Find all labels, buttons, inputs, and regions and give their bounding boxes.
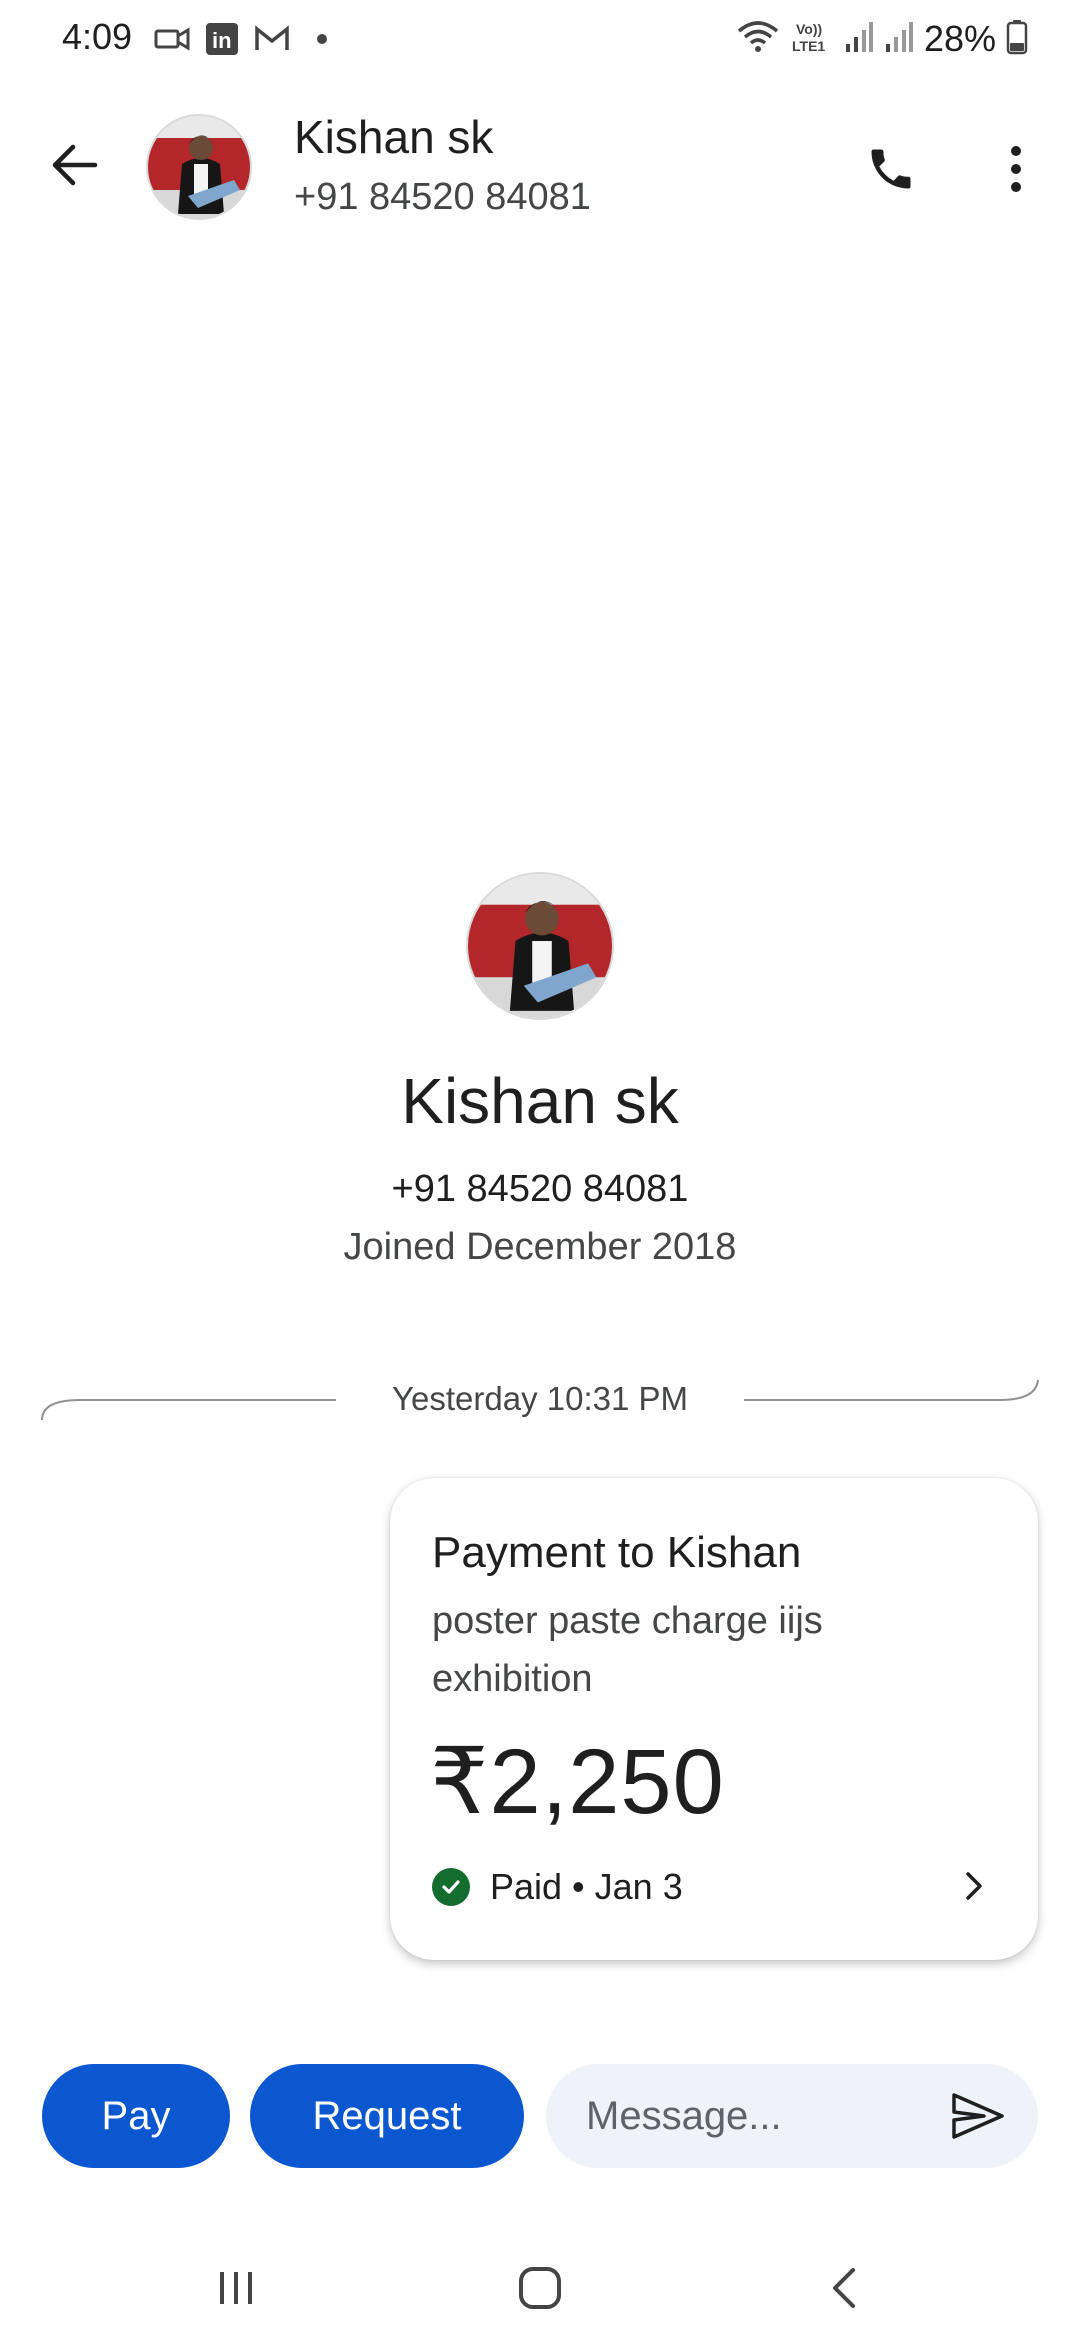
- arrow-left-icon: [52, 144, 98, 186]
- home-icon: [519, 2267, 561, 2309]
- svg-text:Vo)): Vo)): [796, 21, 822, 37]
- system-nav-bar: [0, 2236, 1080, 2340]
- wifi-icon: [736, 19, 780, 60]
- payment-note: poster paste charge iijs exhibition: [432, 1600, 823, 1700]
- volte-icon: Vo)) LTE1: [790, 19, 834, 60]
- back-button[interactable]: [40, 130, 110, 200]
- profile-name: Kishan sk: [401, 1065, 679, 1137]
- notification-icons: in: [154, 22, 340, 56]
- system-status: Vo)) LTE1 28%: [736, 18, 1028, 60]
- message-box: [546, 2064, 1038, 2168]
- nav-back-button[interactable]: [814, 2258, 874, 2318]
- recents-icon: [220, 2272, 252, 2304]
- signal-icon: [844, 20, 874, 59]
- status-time: 4:09: [62, 16, 133, 57]
- profile-joined-date: Joined December 2018: [343, 1226, 737, 1268]
- payment-amount: ₹2,250: [430, 1731, 725, 1833]
- contact-phone: +91 84520 84081: [294, 176, 591, 218]
- check-circle-icon: [432, 1868, 470, 1906]
- send-button[interactable]: [948, 2088, 1008, 2144]
- battery-icon: [1006, 19, 1028, 60]
- profile-avatar: [466, 872, 614, 1020]
- profile-phone: +91 84520 84081: [391, 1168, 689, 1210]
- contact-name: Kishan sk: [294, 111, 494, 163]
- payment-card[interactable]: Payment to Kishan poster paste charge ii…: [390, 1478, 1038, 1960]
- pay-button[interactable]: Pay: [42, 2064, 230, 2168]
- conversation-header: Kishan sk +91 84520 84081: [0, 100, 1080, 240]
- gmail-icon: [254, 22, 290, 56]
- request-button[interactable]: Request: [250, 2064, 524, 2168]
- battery-percent: 28%: [923, 18, 996, 59]
- payment-status-row: Paid • Jan 3: [432, 1866, 683, 1908]
- status-bar: 4:09 in Vo)) LTE1 28%: [0, 0, 1080, 80]
- send-icon: [952, 2093, 1004, 2139]
- home-button[interactable]: [510, 2258, 570, 2318]
- more-options-button[interactable]: [986, 134, 1046, 204]
- linkedin-icon: in: [204, 22, 240, 56]
- contact-photo: [148, 116, 250, 218]
- camera-icon: [154, 22, 190, 56]
- recents-button[interactable]: [206, 2258, 266, 2318]
- message-input[interactable]: [586, 2064, 926, 2168]
- dot-icon: [304, 22, 340, 56]
- svg-text:in: in: [212, 28, 232, 53]
- chevron-left-icon: [833, 2268, 855, 2308]
- phone-icon: [871, 149, 911, 189]
- svg-text:LTE1: LTE1: [792, 38, 825, 54]
- message-timestamp: Yesterday 10:31 PM: [392, 1380, 688, 1417]
- avatar[interactable]: [146, 114, 252, 220]
- contact-photo: [468, 874, 612, 1018]
- payment-status: Paid • Jan 3: [490, 1866, 683, 1907]
- chevron-right-icon[interactable]: [956, 1868, 992, 1904]
- call-button[interactable]: [856, 134, 926, 204]
- more-vert-icon: [1011, 146, 1021, 192]
- payment-title: Payment to Kishan: [432, 1528, 802, 1577]
- signal-icon: [884, 20, 914, 59]
